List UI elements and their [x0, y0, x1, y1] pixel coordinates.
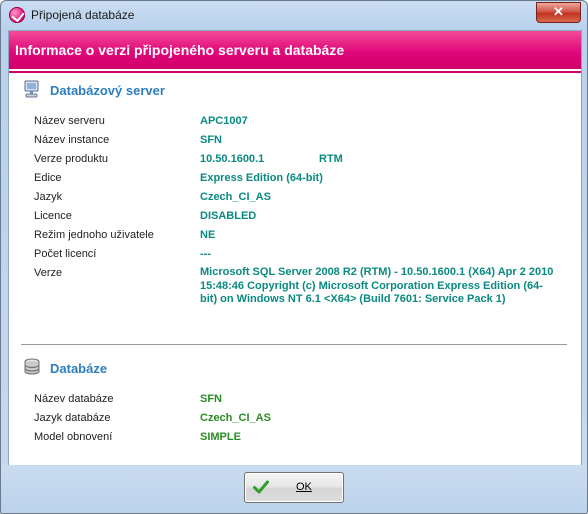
database-name-label: Název databáze: [34, 393, 114, 405]
ok-button[interactable]: OK: [244, 472, 344, 503]
license-value: DISABLED: [200, 210, 257, 222]
ok-button-label: OK: [296, 481, 312, 493]
language-label: Jazyk: [34, 191, 63, 203]
section-separator: [21, 344, 567, 346]
instance-name-label: Název instance: [34, 134, 110, 146]
banner-divider: [9, 71, 581, 73]
database-language-value: Czech_CI_AS: [200, 412, 271, 424]
recovery-model-label: Model obnovení: [34, 431, 113, 443]
license-label: Licence: [34, 210, 72, 222]
dialog-footer: OK: [1, 465, 587, 513]
license-count-value: ---: [200, 248, 211, 260]
version-value: Microsoft SQL Server 2008 R2 (RTM) - 10.…: [200, 266, 554, 305]
license-count-label: Počet licencí: [34, 248, 97, 260]
dialog-window: Připojená databáze ✕ Informace o verzi p…: [0, 0, 588, 514]
window-title: Připojená databáze: [31, 8, 135, 22]
single-user-mode-label: Režim jednoho uživatele: [34, 229, 154, 241]
edition-value: Express Edition (64-bit): [200, 172, 323, 184]
dialog-content: Informace o verzi připojeného serveru a …: [8, 30, 582, 466]
database-name-value: SFN: [200, 393, 222, 405]
single-user-mode-value: NE: [200, 229, 216, 241]
product-version-value: 10.50.1600.1: [200, 153, 265, 165]
language-value: Czech_CI_AS: [200, 191, 271, 203]
close-button[interactable]: ✕: [536, 2, 581, 23]
checkmark-icon: [253, 480, 269, 494]
server-name-value: APC1007: [200, 115, 248, 127]
title-bar[interactable]: Připojená databáze ✕: [1, 1, 587, 29]
instance-name-value: SFN: [200, 134, 222, 146]
header-banner: Informace o verzi připojeného serveru a …: [9, 31, 581, 71]
banner-title: Informace o verzi připojeného serveru a …: [15, 42, 345, 58]
database-section-title: Databáze: [50, 361, 108, 376]
database-icon: [24, 358, 40, 375]
edition-label: Edice: [34, 172, 62, 184]
product-level-value: RTM: [319, 153, 343, 165]
database-language-label: Jazyk databáze: [34, 412, 111, 424]
product-version-label: Verze produktu: [34, 153, 108, 165]
app-icon: [9, 7, 25, 23]
version-label: Verze: [34, 267, 63, 279]
server-icon: [24, 80, 39, 98]
server-name-label: Název serveru: [34, 115, 105, 127]
server-section-title: Databázový server: [50, 83, 165, 98]
recovery-model-value: SIMPLE: [200, 431, 241, 443]
